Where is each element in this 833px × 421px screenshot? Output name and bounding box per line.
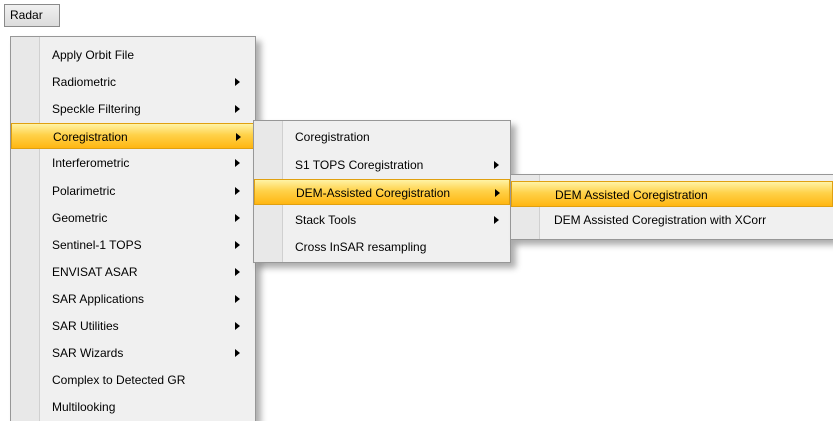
- menu-item-dem-assisted-coregistration[interactable]: DEM Assisted Coregistration: [511, 181, 833, 207]
- dem-assisted-coregistration-submenu: DEM Assisted Coregistration DEM Assisted …: [510, 174, 833, 240]
- menu-item-label: Geometric: [52, 210, 108, 225]
- submenu-arrow-icon: [235, 294, 240, 303]
- menu-item-label: Polarimetric: [52, 183, 116, 198]
- menu-item-coregistration[interactable]: Coregistration: [11, 123, 255, 150]
- menu-item-sar-wizards[interactable]: SAR Wizards: [11, 340, 255, 366]
- coregistration-submenu: Coregistration S1 TOPS Coregistration DEM-…: [253, 120, 511, 263]
- submenu-arrow-icon: [235, 349, 240, 358]
- menu-radar[interactable]: Radar: [4, 4, 60, 27]
- submenu-arrow-icon: [235, 322, 240, 330]
- menu-item-label: Speckle Filtering: [52, 102, 141, 117]
- menu-item-label: Multilooking: [52, 400, 116, 415]
- menu-item-label: Coregistration: [295, 130, 370, 144]
- submenu-arrow-icon: [235, 78, 240, 87]
- submenu-arrow-icon: [495, 189, 500, 198]
- menu-item-label: Coregistration: [53, 130, 128, 145]
- submenu-arrow-icon: [235, 267, 240, 276]
- submenu-arrow-icon: [236, 133, 241, 142]
- menu-item-coregistration[interactable]: Coregistration: [254, 124, 510, 150]
- menu-item-cross-insar-resampling[interactable]: Cross InSAR resampling: [254, 234, 510, 260]
- menu-item-dem-assisted-coregistration[interactable]: DEM-Assisted Coregistration: [254, 179, 510, 206]
- submenu-arrow-icon: [494, 215, 499, 224]
- menu-item-speckle-filtering[interactable]: Speckle Filtering: [11, 96, 255, 122]
- menu-item-label: SAR Utilities: [52, 319, 119, 333]
- menu-item-complex-to-detected-gr[interactable]: Complex to Detected GR: [11, 367, 255, 393]
- menu-item-label: ENVISAT ASAR: [52, 264, 138, 279]
- menu-item-dem-assisted-coregistration-with-xcorr[interactable]: DEM Assisted Coregistration with XCorr: [511, 207, 833, 233]
- menu-item-label: Radiometric: [52, 75, 117, 90]
- menu-item-label: DEM-Assisted Coregistration: [296, 186, 451, 201]
- submenu-arrow-icon: [235, 159, 240, 168]
- menu-item-label: Cross InSAR resampling: [295, 240, 427, 255]
- menu-item-label: DEM Assisted Coregistration with XCorr: [554, 213, 767, 227]
- menu-item-label: SAR Applications: [52, 291, 145, 306]
- submenu-arrow-icon: [494, 160, 499, 169]
- menu-item-radiometric[interactable]: Radiometric: [11, 69, 255, 95]
- menu-item-stack-tools[interactable]: Stack Tools: [254, 207, 510, 233]
- submenu-arrow-icon: [235, 186, 240, 195]
- menu-item-interferometric[interactable]: Interferometric: [11, 150, 255, 176]
- submenu-arrow-icon: [235, 105, 240, 114]
- menu-item-geometric[interactable]: Geometric: [11, 205, 255, 231]
- menu-item-label: Apply Orbit File: [52, 48, 135, 62]
- menu-item-s1-tops-coregistration[interactable]: S1 TOPS Coregistration: [254, 152, 510, 178]
- menu-item-label: Interferometric: [52, 156, 130, 171]
- menu-item-label: S1 TOPS Coregistration: [295, 157, 424, 172]
- menu-item-sar-applications[interactable]: SAR Applications: [11, 286, 255, 312]
- menu-item-envisat-asar[interactable]: ENVISAT ASAR: [11, 259, 255, 285]
- submenu-arrow-icon: [235, 240, 240, 249]
- submenu-arrow-icon: [235, 213, 240, 222]
- menu-item-sar-utilities[interactable]: SAR Utilities: [11, 313, 255, 339]
- menu-item-apply-orbit-file[interactable]: Apply Orbit File: [11, 42, 255, 68]
- menu-item-label: SAR Wizards: [52, 346, 124, 361]
- menu-item-multilooking[interactable]: Multilooking: [11, 394, 255, 420]
- menu-item-polarimetric[interactable]: Polarimetric: [11, 178, 255, 204]
- menu-item-label: Complex to Detected GR: [52, 373, 186, 388]
- menu-item-sentinel-1-tops[interactable]: Sentinel-1 TOPS: [11, 232, 255, 258]
- menu-item-label: DEM Assisted Coregistration: [555, 188, 708, 202]
- menu-item-label: Sentinel-1 TOPS: [52, 237, 142, 252]
- menu-item-label: Stack Tools: [295, 212, 357, 227]
- radar-menu: Apply Orbit File Radiometric Speckle Filte…: [10, 36, 256, 421]
